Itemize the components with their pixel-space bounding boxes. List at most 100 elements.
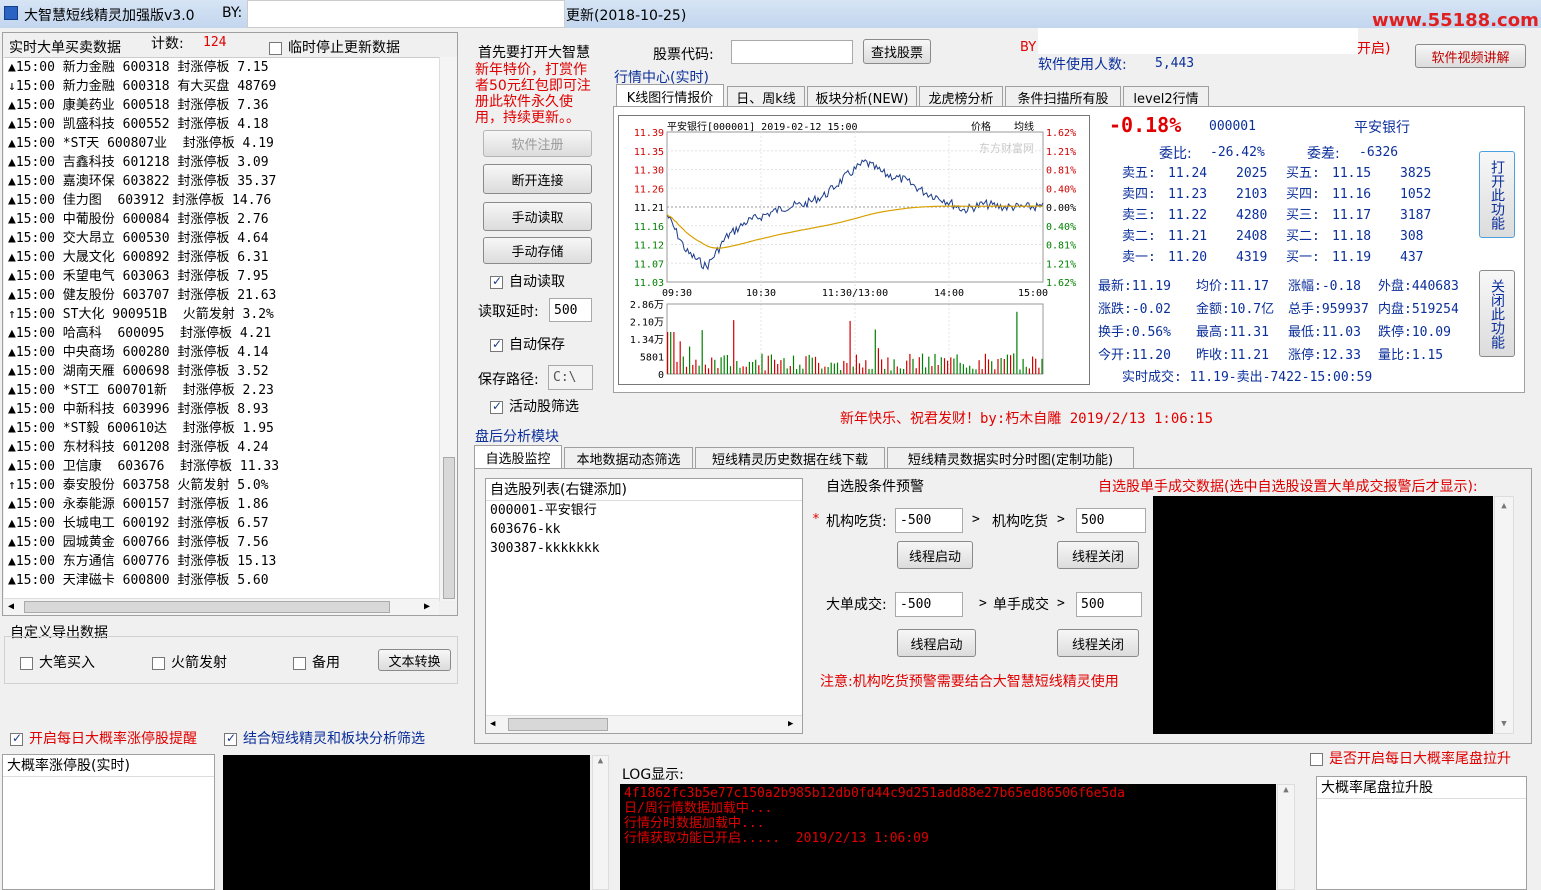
log-scrollbar[interactable]: ▲: [1277, 784, 1295, 890]
list-item[interactable]: ▲15:00 卫信康 603676 封涨停板 11.33: [4, 457, 439, 476]
tab-kline-quote[interactable]: K线图行情报价: [616, 84, 724, 108]
watchlist-item[interactable]: 000001-平安银行: [486, 501, 802, 520]
list-item[interactable]: ▲15:00 交大昂立 600530 封涨停板 4.64: [4, 229, 439, 248]
scroll-left-icon[interactable]: ◀: [8, 601, 14, 612]
checkbox-box[interactable]: [10, 731, 23, 746]
realtime-list[interactable]: ▲15:00 新力金融 600318 封涨停板 7.15 ↓15:00 新力金融 …: [4, 57, 439, 601]
save-path-input[interactable]: C:\: [548, 365, 593, 390]
watchlist[interactable]: 自选股列表(右键添加) 000001-平安银行 603676-kk 300387-k…: [485, 478, 803, 734]
list-item[interactable]: ▲15:00 *ST工 600701新 封涨停板 2.23: [4, 381, 439, 400]
scroll-right-icon[interactable]: ▶: [424, 601, 430, 612]
list-item[interactable]: ▲15:00 哈高科 600095 封涨停板 4.21: [4, 324, 439, 343]
register-button[interactable]: 软件注册: [483, 130, 592, 157]
list-item[interactable]: ▲15:00 中葡股份 600084 封涨停板 2.76: [4, 210, 439, 229]
list-item[interactable]: ▲15:00 健友股份 603707 封涨停板 21.63: [4, 286, 439, 305]
combine-checkbox[interactable]: 结合短线精灵和板块分析筛选: [224, 728, 425, 748]
list-item[interactable]: ▲15:00 东方通信 600776 封涨停板 15.13: [4, 552, 439, 571]
export-big-buy[interactable]: 大笔买入: [20, 652, 95, 672]
disconnect-button[interactable]: 断开连接: [483, 164, 592, 194]
list-item[interactable]: ▲15:00 天津磁卡 600800 封涨停板 5.60: [4, 571, 439, 590]
list-item[interactable]: ▲15:00 *ST天 600807业 封涨停板 4.19: [4, 134, 439, 153]
scroll-down-icon[interactable]: ▼: [1495, 719, 1513, 729]
checkbox-box[interactable]: [152, 656, 165, 670]
close-function-button[interactable]: 关闭此功能: [1479, 270, 1515, 357]
list-item[interactable]: ↑15:00 ST大化 900951B 火箭发射 3.2%: [4, 305, 439, 324]
list-item[interactable]: ▲15:00 佳力图 603912 封涨停板 14.76: [4, 191, 439, 210]
stock-code-input[interactable]: [731, 40, 853, 64]
video-guide-button[interactable]: 软件视频讲解: [1415, 44, 1526, 68]
list-item[interactable]: ▲15:00 凯盛科技 600552 封涨停板 4.18: [4, 115, 439, 134]
checkbox-box[interactable]: [490, 399, 503, 414]
checkbox-box[interactable]: [269, 41, 282, 55]
manual-save-button[interactable]: 手动存储: [483, 237, 592, 264]
thread-stop-button-1[interactable]: 线程关闭: [1057, 541, 1139, 569]
find-stock-button[interactable]: 查找股票: [863, 39, 931, 64]
tab-dragon-tiger[interactable]: 龙虎榜分析: [919, 86, 1003, 108]
thread-start-button-2[interactable]: 线程启动: [897, 629, 976, 657]
thread-stop-button-2[interactable]: 线程关闭: [1057, 629, 1139, 657]
manual-read-button[interactable]: 手动读取: [483, 202, 592, 231]
checkbox-box[interactable]: [1310, 752, 1323, 766]
tab-level2[interactable]: level2行情: [1123, 86, 1209, 108]
list-item[interactable]: ▲15:00 康美药业 600518 封涨停板 7.36: [4, 96, 439, 115]
daily-alert-checkbox[interactable]: 开启每日大概率涨停股提醒: [10, 728, 197, 748]
watchlist-item[interactable]: 603676-kk: [486, 520, 802, 539]
auto-read-checkbox[interactable]: 自动读取: [490, 271, 565, 291]
tab-sector-analysis[interactable]: 板块分析(NEW): [807, 86, 917, 108]
inst-input-1[interactable]: -500: [895, 508, 963, 533]
tab-realtime-chart[interactable]: 短线精灵数据实时分时图(定制功能): [887, 447, 1134, 469]
list-item[interactable]: ▲15:00 中央商场 600280 封涨停板 4.14: [4, 343, 439, 362]
list-item[interactable]: ▲15:00 中新科技 603996 封涨停板 8.93: [4, 400, 439, 419]
list-item[interactable]: ▲15:00 永泰能源 600157 封涨停板 1.86: [4, 495, 439, 514]
list-item[interactable]: ▲15:00 嘉澳环保 603822 封涨停板 35.37: [4, 172, 439, 191]
list-item[interactable]: ▲15:00 *ST毅 600610达 封涨停板 1.95: [4, 419, 439, 438]
delay-input[interactable]: 500: [549, 298, 592, 322]
checkbox-box[interactable]: [490, 337, 503, 352]
scroll-thumb[interactable]: [443, 457, 455, 599]
auto-save-checkbox[interactable]: 自动保存: [490, 334, 565, 354]
tab-history-download[interactable]: 短线精灵历史数据在线下载: [695, 447, 885, 469]
tail-checkbox[interactable]: 是否开启每日大概率尾盘拉升: [1310, 748, 1511, 768]
limit-up-list[interactable]: 大概率涨停股(实时): [2, 754, 215, 890]
checkbox-box[interactable]: [490, 274, 503, 289]
checkbox-box[interactable]: [293, 656, 306, 670]
list-item[interactable]: ↓15:00 新力金融 600318 有大买盘 48769: [4, 77, 439, 96]
tab-day-week-kline[interactable]: 日、周k线: [727, 86, 805, 108]
tab-local-filter[interactable]: 本地数据动态筛选: [564, 447, 693, 469]
list-item[interactable]: ▲15:00 新力金融 600318 封涨停板 7.15: [4, 58, 439, 77]
output-scrollbar[interactable]: ▲: [592, 755, 609, 890]
inst-input-2[interactable]: 500: [1076, 508, 1146, 533]
watchlist-hscroll[interactable]: ◀ ▶: [486, 715, 802, 733]
vertical-scrollbar[interactable]: [439, 57, 457, 601]
list-item[interactable]: ▲15:00 大晟文化 600892 封涨停板 6.31: [4, 248, 439, 267]
list-item[interactable]: ▲15:00 长城电工 600192 封涨停板 6.57: [4, 514, 439, 533]
scroll-right-icon[interactable]: ▶: [788, 719, 793, 729]
horizontal-scrollbar[interactable]: ◀ ▶: [4, 598, 439, 615]
scroll-hthumb[interactable]: [508, 718, 608, 731]
checkbox-box[interactable]: [224, 731, 237, 746]
single-trade-input[interactable]: 500: [1076, 592, 1142, 617]
list-item[interactable]: ▲15:00 园城黄金 600766 封涨停板 7.56: [4, 533, 439, 552]
open-function-button[interactable]: 打开此功能: [1479, 151, 1515, 238]
scroll-left-icon[interactable]: ◀: [490, 719, 495, 729]
watchlist-item[interactable]: 300387-kkkkkkk: [486, 539, 802, 558]
single-trade-scrollbar[interactable]: ▲ ▼: [1494, 496, 1514, 734]
text-convert-button[interactable]: 文本转换: [378, 649, 451, 671]
list-item[interactable]: ▲15:00 禾望电气 603063 封涨停板 7.95: [4, 267, 439, 286]
scroll-up-icon[interactable]: ▲: [1495, 501, 1513, 511]
export-rocket[interactable]: 火箭发射: [152, 652, 227, 672]
list-item[interactable]: ▲15:00 东材科技 601208 封涨停板 4.24: [4, 438, 439, 457]
scroll-hthumb[interactable]: [24, 601, 390, 613]
pause-update-checkbox[interactable]: 临时停止更新数据: [269, 37, 400, 57]
list-item[interactable]: ▲15:00 吉鑫科技 601218 封涨停板 3.09: [4, 153, 439, 172]
tab-scan-all[interactable]: 条件扫描所有股: [1005, 86, 1121, 108]
list-item[interactable]: ↑15:00 泰安股份 603758 火箭发射 5.0%: [4, 476, 439, 495]
list-item[interactable]: ▲15:00 湖南天雁 600698 封涨停板 3.52: [4, 362, 439, 381]
tail-list[interactable]: 大概率尾盘拉升股: [1316, 776, 1527, 890]
tab-watchlist-monitor[interactable]: 自选股监控: [474, 445, 562, 469]
big-trade-input[interactable]: -500: [895, 592, 963, 617]
export-spare[interactable]: 备用: [293, 652, 340, 672]
thread-start-button-1[interactable]: 线程启动: [897, 541, 973, 569]
active-filter-checkbox[interactable]: 活动股筛选: [490, 396, 579, 416]
checkbox-box[interactable]: [20, 656, 33, 670]
